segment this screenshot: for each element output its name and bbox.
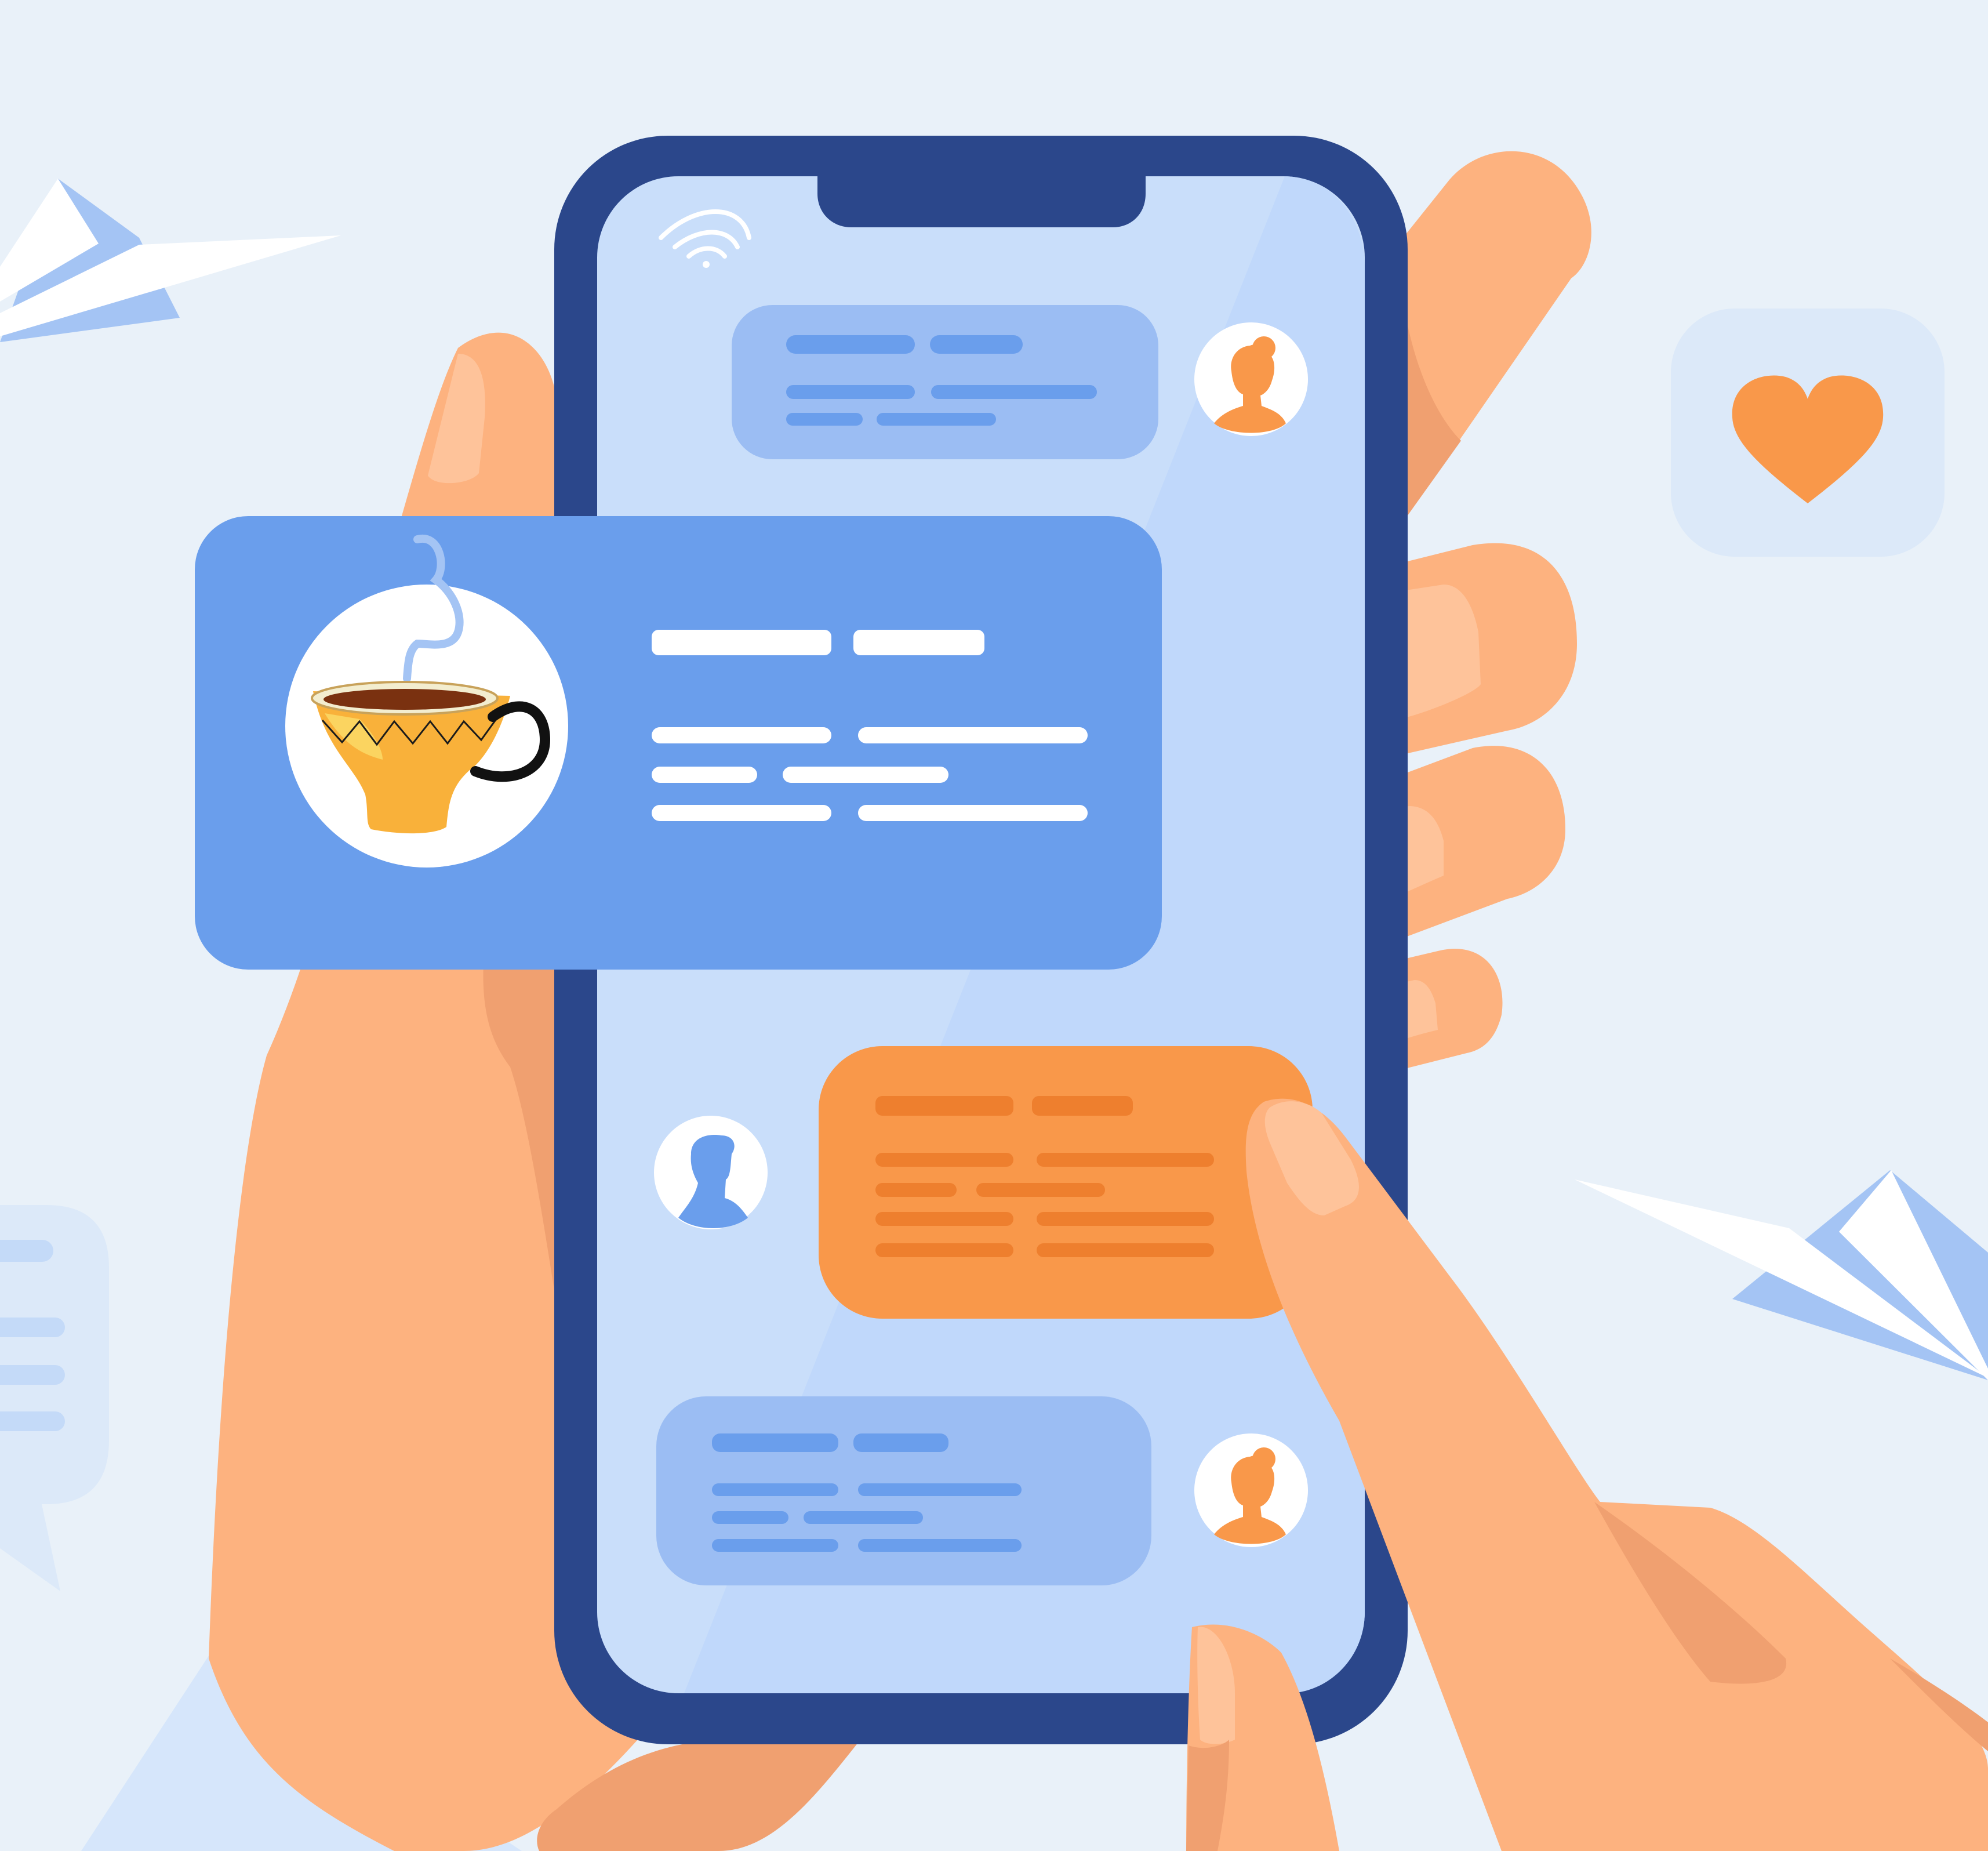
chat-message-incoming[interactable] [656,1396,1151,1585]
avatar-woman-icon [1194,322,1308,436]
phone-notch [817,174,1146,227]
illustration-canvas [0,0,1988,1851]
heart-icon-tile [1671,308,1945,557]
chat-message-incoming[interactable] [732,305,1158,459]
notification-card[interactable] [195,516,1162,970]
avatar-woman-icon [1194,1433,1308,1547]
chat-message-outgoing[interactable] [819,1046,1313,1319]
avatar-man-icon [654,1116,768,1229]
